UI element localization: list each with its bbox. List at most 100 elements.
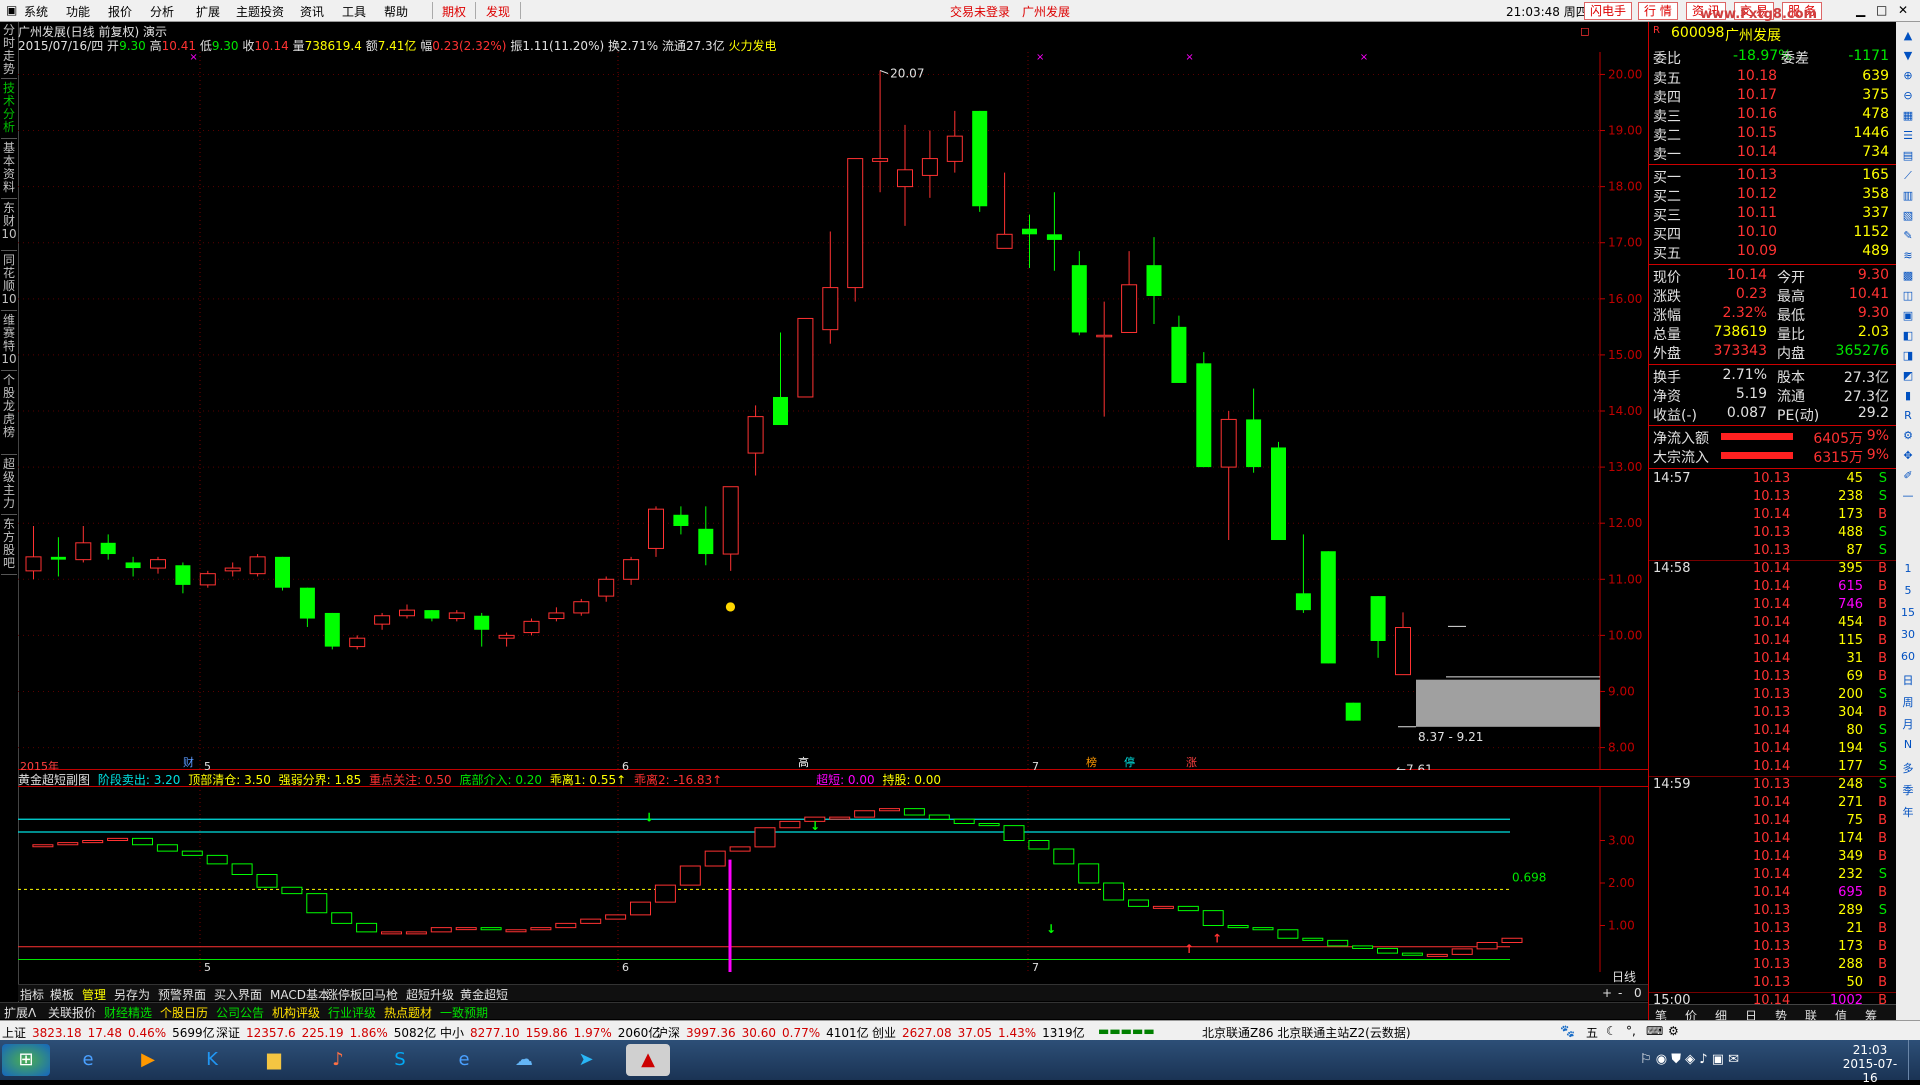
grid-icon[interactable]: ▦ [1900, 108, 1916, 124]
tab-indicator[interactable]: 指标 [20, 986, 44, 1003]
keyboard-icon[interactable]: ⌨ [1646, 1024, 1663, 1038]
tab-template[interactable]: 模板 [50, 986, 74, 1003]
arrow-up-icon[interactable]: ▲ [1900, 28, 1916, 44]
tab-timeshare[interactable]: 分时走势 [1, 24, 17, 79]
menu-analysis[interactable]: 分析 [150, 3, 174, 20]
tab-technical[interactable]: 技术分析 [1, 82, 17, 139]
minimize-icon[interactable]: ▁ [1856, 3, 1865, 17]
tab-superforce[interactable]: 超级主力 [1, 458, 17, 515]
menu-news[interactable]: 资讯 [300, 3, 324, 20]
list-icon[interactable]: ☰ [1900, 128, 1916, 144]
menu-system[interactable]: 系统 [24, 3, 48, 20]
tab-consensus[interactable]: 一致预期 [440, 1004, 488, 1021]
period-button-3[interactable]: 30 [1900, 628, 1916, 646]
paw-icon[interactable]: 🐾 [1560, 1024, 1575, 1038]
compare-icon[interactable]: ≋ [1900, 248, 1916, 264]
period-button-10[interactable]: 季 [1900, 782, 1916, 800]
tab-guba[interactable]: 东方股吧 [1, 518, 17, 575]
period-button-1[interactable]: 5 [1900, 584, 1916, 602]
zoom-out-button[interactable]: - [1618, 986, 1622, 1000]
tab-related-quotes[interactable]: 关联报价 [48, 1004, 96, 1021]
kline-icon[interactable]: ▮ [1900, 388, 1916, 404]
tab-fundamentals[interactable]: 基本资料 [1, 142, 17, 199]
table-icon[interactable]: ▩ [1900, 268, 1916, 284]
menu-discover[interactable]: 发现 [486, 3, 510, 20]
ie-blue-icon[interactable]: e [442, 1044, 486, 1076]
tab-alert[interactable]: 预警界面 [158, 986, 206, 1003]
zoom-in-button[interactable]: + [1602, 986, 1612, 1000]
layers-icon[interactable]: ◧ [1900, 328, 1916, 344]
tray-icons[interactable]: ⚐ ◉ ⛊ ◈ ♪ ▣ ✉ [1640, 1052, 1739, 1067]
tab-ths[interactable]: 同花顺10 [1, 254, 17, 311]
tab-manage[interactable]: 管理 [82, 986, 106, 1003]
move-icon[interactable]: ✥ [1900, 448, 1916, 464]
zoom-in-icon[interactable]: ⊕ [1900, 68, 1916, 84]
period-button-0[interactable]: 1 [1900, 562, 1916, 580]
index-0[interactable]: 上证 3823.18 17.48 0.46% 5699亿 [2, 1024, 221, 1041]
tab-save-as[interactable]: 另存为 [114, 986, 150, 1003]
tab-vst[interactable]: 维赛特10 [1, 314, 17, 371]
tab-buy[interactable]: 买入界面 [214, 986, 262, 1003]
period-button-9[interactable]: 多 [1900, 760, 1916, 778]
period-button-6[interactable]: 周 [1900, 694, 1916, 712]
punct-icon[interactable]: °, [1626, 1024, 1636, 1038]
show-desktop-button[interactable] [1908, 1040, 1920, 1080]
trade-login-status[interactable]: 交易未登录 [950, 3, 1010, 20]
tab-finance-picks[interactable]: 财经精选 [104, 1004, 152, 1021]
tab-macd[interactable]: MACD基本 [270, 986, 330, 1003]
window-icon[interactable]: ◨ [1900, 348, 1916, 364]
quote-button[interactable]: 行 情 [1638, 2, 1678, 20]
explorer-icon[interactable]: ▆ [252, 1044, 296, 1076]
stock-app-icon[interactable]: ▲ [626, 1044, 670, 1076]
tab-stock-calendar[interactable]: 个股日历 [160, 1004, 208, 1021]
moon-icon[interactable]: ☾ [1606, 1024, 1617, 1038]
tab-extend[interactable]: 扩展Λ [4, 1004, 36, 1021]
tab-longhubang[interactable]: 个股龙虎榜 [1, 374, 17, 455]
board-icon[interactable]: ◩ [1900, 368, 1916, 384]
zoom-out-icon[interactable]: ⊖ [1900, 88, 1916, 104]
media-player-icon[interactable]: ▶ [126, 1044, 170, 1076]
menu-quote[interactable]: 报价 [108, 3, 132, 20]
period-button-7[interactable]: 月 [1900, 716, 1916, 734]
ime-icon[interactable]: 五 [1586, 1024, 1598, 1041]
chart-icon[interactable]: ▤ [1900, 148, 1916, 164]
period-button-5[interactable]: 日 [1900, 672, 1916, 690]
tab-super-short-upgrade[interactable]: 超短升级 [406, 986, 454, 1003]
tab-announcements[interactable]: 公司公告 [216, 1004, 264, 1021]
music-icon[interactable]: ♪ [316, 1044, 360, 1076]
draw-icon[interactable]: ✎ [1900, 228, 1916, 244]
split-icon[interactable]: ◫ [1900, 288, 1916, 304]
kugou-icon[interactable]: K [190, 1044, 234, 1076]
square-icon[interactable]: ▣ [1900, 308, 1916, 324]
maximize-icon[interactable]: □ [1876, 3, 1887, 17]
ie-icon[interactable]: e [66, 1044, 110, 1076]
server-info[interactable]: 北京联通Z86 北京联通主站Z2(云数据) [1202, 1024, 1411, 1041]
flash-trade-button[interactable]: 闪电手 [1584, 2, 1633, 20]
menu-extend[interactable]: 扩展 [196, 3, 220, 20]
tab-gold-super-short[interactable]: 黄金超短 [460, 986, 508, 1003]
sogou-icon[interactable]: S [378, 1044, 422, 1076]
start-button[interactable]: ⊞ [2, 1044, 50, 1076]
indicator-chart[interactable]: 3.00 2.00 1.00 0.698 ↓ ↓ ↓ ↑ ↑ 5 6 7 [18, 786, 1648, 972]
period-button-4[interactable]: 60 [1900, 650, 1916, 668]
close-icon[interactable]: ✕ [1898, 3, 1908, 17]
index-2[interactable]: 中小 8277.10 159.86 1.97% 2060亿 [440, 1024, 666, 1041]
index-3[interactable]: 沪深 3997.36 30.60 0.77% 4101亿 [656, 1024, 875, 1041]
bar-icon[interactable]: ▥ [1900, 188, 1916, 204]
rsi-icon[interactable]: R [1900, 408, 1916, 424]
menu-function[interactable]: 功能 [66, 3, 90, 20]
filter-icon[interactable]: ⚙ [1900, 428, 1916, 444]
period-button-11[interactable]: 年 [1900, 804, 1916, 822]
arrow-down-icon[interactable]: ▼ [1900, 48, 1916, 64]
index-1[interactable]: 深证 12357.6 225.19 1.86% 5082亿 [216, 1024, 442, 1041]
line-icon[interactable]: ⟋ [1900, 168, 1916, 184]
tab-industry-rating[interactable]: 行业评级 [328, 1004, 376, 1021]
menu-options[interactable]: 期权 [442, 3, 466, 20]
pen-icon[interactable]: ✐ [1900, 468, 1916, 484]
chart-close-icon[interactable]: ◻ [1580, 24, 1590, 38]
menu-help[interactable]: 帮助 [384, 3, 408, 20]
zoom-reset-button[interactable]: 0 [1634, 986, 1642, 1000]
candle-icon[interactable]: ▧ [1900, 208, 1916, 224]
menu-theme-invest[interactable]: 主题投资 [236, 3, 284, 20]
xunlei-icon[interactable]: ➤ [564, 1044, 608, 1076]
